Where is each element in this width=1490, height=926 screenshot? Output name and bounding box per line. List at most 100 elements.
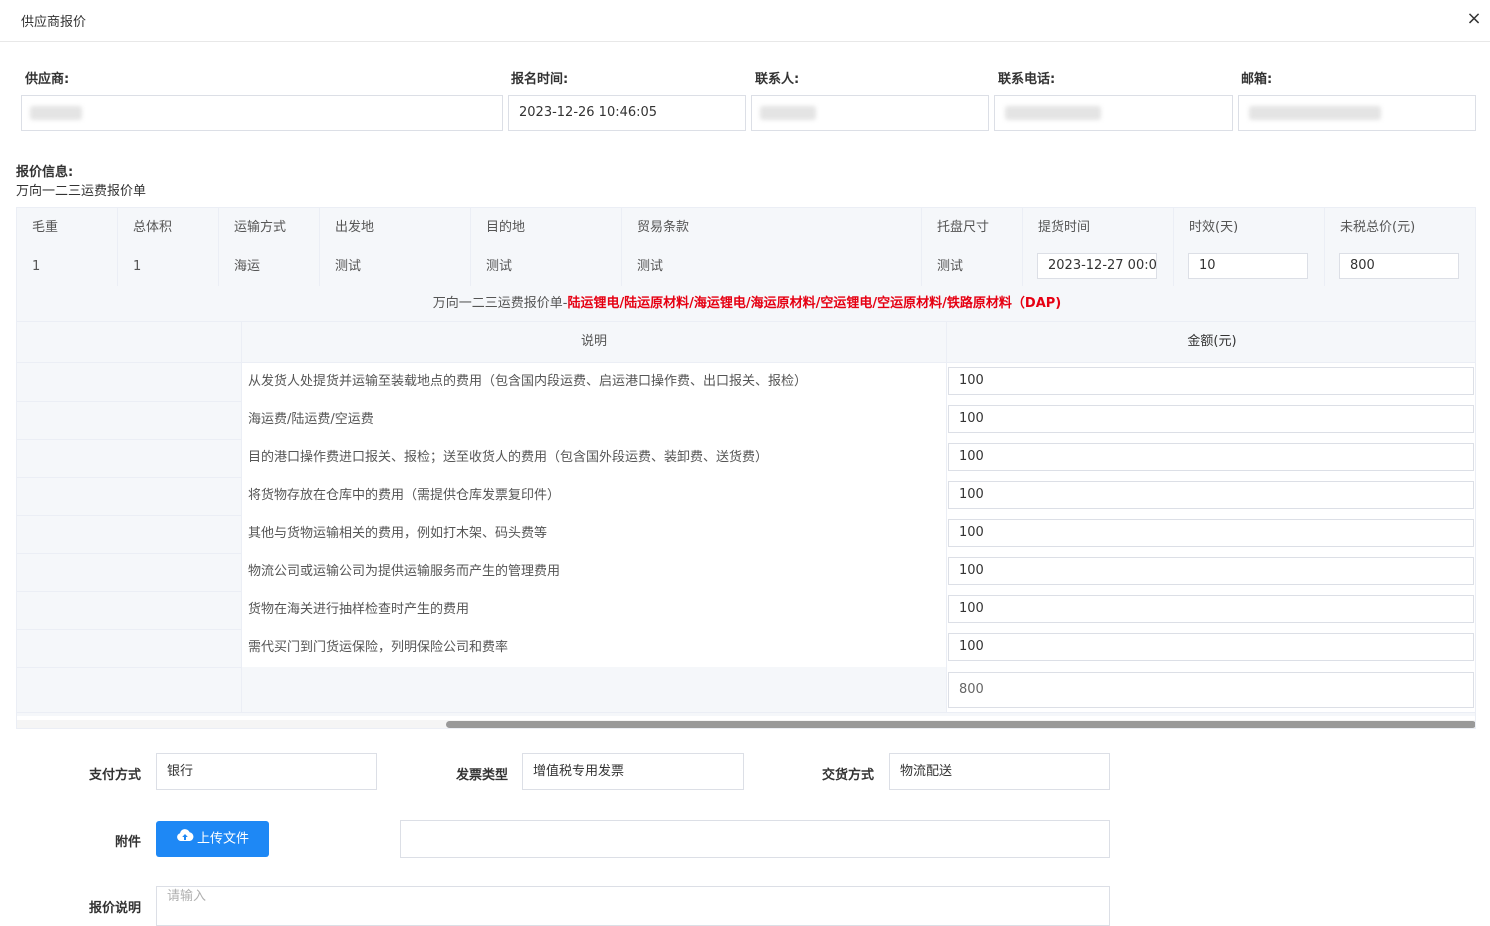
- fee-header-row: 说明 金额(元): [17, 322, 1475, 363]
- quote-table: 毛重 总体积 运输方式 出发地 目的地 贸易条款 托盘尺寸 提货时间 时效(天)…: [16, 207, 1476, 729]
- table-row: 1 1 海运 测试 测试 测试 测试 2023-12-27 00:00:00 1…: [17, 247, 1475, 287]
- fee-blank-cell: [17, 515, 242, 553]
- close-icon[interactable]: ×: [1466, 9, 1482, 29]
- signup-time-field[interactable]: 2023-12-26 10:46:05: [508, 95, 746, 131]
- gross-weight-value: 1: [17, 247, 118, 286]
- fee-amount-input[interactable]: 100: [948, 481, 1474, 509]
- scrollbar-thumb[interactable]: [446, 721, 1475, 728]
- fee-breakdown-table: 万向一二三运费报价单-陆运锂电/陆运原材料/海运锂电/海运原材料/空运锂电/空运…: [17, 286, 1475, 716]
- fee-blank-cell: [17, 591, 242, 629]
- total-price-cell: 800: [1325, 247, 1475, 286]
- fee-title-prefix: 万向一二三运费报价单-: [432, 296, 568, 311]
- fee-amount-input[interactable]: 100: [948, 519, 1474, 547]
- fee-description: 需代买门到门货运保险，列明保险公司和费率: [242, 629, 947, 667]
- fee-blank-cell: [17, 629, 242, 667]
- attachment-label: 附件: [114, 835, 141, 850]
- attachment-list-field[interactable]: [400, 820, 1110, 858]
- destination-value: 测试: [471, 247, 622, 286]
- fee-description: 从发货人处提货并运输至装载地点的费用（包含国内段运费、启运港口操作费、出口报关、…: [242, 363, 947, 401]
- pickup-time-input[interactable]: 2023-12-27 00:00:00: [1037, 253, 1157, 279]
- fee-blank-cell: [17, 477, 242, 515]
- fee-description: 目的港口操作费进口报关、报检；送至收货人的费用（包含国外段运费、装卸费、送货费）: [242, 439, 947, 477]
- fee-amount-cell: 100: [947, 477, 1475, 515]
- email-label: 邮箱:: [1241, 72, 1273, 87]
- phone-field[interactable]: [994, 95, 1233, 131]
- col-lead-days: 时效(天): [1174, 208, 1325, 247]
- fee-blank-col: [17, 322, 242, 362]
- fee-description: 物流公司或运输公司为提供运输服务而产生的管理费用: [242, 553, 947, 591]
- fee-amount-input[interactable]: 100: [948, 633, 1474, 661]
- redacted-value: [1005, 106, 1101, 120]
- total-volume-value: 1: [118, 247, 219, 286]
- fee-amount-cell: 100: [947, 629, 1475, 667]
- col-pallet-size: 托盘尺寸: [922, 208, 1023, 247]
- horizontal-scrollbar[interactable]: [17, 720, 1475, 728]
- fee-breakdown-title: 万向一二三运费报价单-陆运锂电/陆运原材料/海运锂电/海运原材料/空运锂电/空运…: [17, 286, 1475, 322]
- contact-label: 联系人:: [755, 72, 800, 87]
- payment-field[interactable]: 银行: [156, 753, 377, 790]
- fee-total-cell: 800: [947, 667, 1475, 712]
- total-price-input[interactable]: 800: [1339, 253, 1459, 279]
- fee-amount-input[interactable]: 100: [948, 405, 1474, 433]
- lead-days-input[interactable]: 10: [1188, 253, 1308, 279]
- upload-file-button[interactable]: 上传文件: [156, 821, 269, 857]
- fee-amount-cell: 100: [947, 439, 1475, 477]
- quote-note-input[interactable]: 请输入: [156, 886, 1110, 926]
- contact-field[interactable]: [751, 95, 989, 131]
- col-origin: 出发地: [320, 208, 471, 247]
- fee-title-highlight: 陆运锂电/陆运原材料/海运锂电/海运原材料/空运锂电/空运原材料/铁路原材料（D…: [567, 296, 1062, 311]
- table-row: 需代买门到门货运保险，列明保险公司和费率 100: [17, 629, 1475, 668]
- delivery-field[interactable]: 物流配送: [889, 753, 1110, 790]
- fee-description: 其他与货物运输相关的费用，例如打木架、码头费等: [242, 515, 947, 553]
- upload-file-label: 上传文件: [196, 831, 249, 847]
- trade-terms-value: 测试: [622, 247, 922, 286]
- delivery-label: 交货方式: [821, 768, 874, 783]
- fee-amount-cell: 100: [947, 401, 1475, 439]
- dialog-title: 供应商报价: [21, 15, 87, 30]
- col-total-volume: 总体积: [118, 208, 219, 247]
- fee-description: 海运费/陆运费/空运费: [242, 401, 947, 439]
- payment-label: 支付方式: [88, 768, 141, 783]
- fee-blank-cell: [17, 667, 242, 712]
- fee-amount-input[interactable]: 100: [948, 557, 1474, 585]
- redacted-value: [1249, 106, 1381, 120]
- col-amount: 金额(元): [947, 322, 1475, 362]
- fee-amount-cell: 100: [947, 515, 1475, 553]
- table-row: 货物在海关进行抽样检查时产生的费用 100: [17, 591, 1475, 630]
- fee-description: 将货物存放在仓库中的费用（需提供仓库发票复印件）: [242, 477, 947, 515]
- phone-label: 联系电话:: [998, 72, 1056, 87]
- cloud-upload-icon: [176, 821, 194, 857]
- lead-days-cell: 10: [1174, 247, 1325, 286]
- invoice-label: 发票类型: [455, 768, 508, 783]
- table-row: 将货物存放在仓库中的费用（需提供仓库发票复印件） 100: [17, 477, 1475, 516]
- fee-blank-cell: [17, 363, 242, 401]
- supplier-field[interactable]: [21, 95, 503, 131]
- signup-time-label: 报名时间:: [511, 72, 569, 87]
- fee-total-value: 800: [948, 672, 1474, 708]
- fee-blank-cell: [17, 553, 242, 591]
- col-pickup-time: 提货时间: [1023, 208, 1174, 247]
- col-total-price: 未税总价(元): [1340, 220, 1416, 235]
- fee-amount-input[interactable]: 100: [948, 595, 1474, 623]
- email-field[interactable]: [1238, 95, 1476, 131]
- dialog-header: 供应商报价 ×: [0, 0, 1490, 42]
- redacted-value: [760, 106, 816, 120]
- fee-blank-cell: [17, 439, 242, 477]
- fee-amount-cell: 100: [947, 363, 1475, 401]
- table-row: 海运费/陆运费/空运费 100: [17, 401, 1475, 440]
- quote-note-label: 报价说明: [88, 901, 141, 916]
- table-header-row: 毛重 总体积 运输方式 出发地 目的地 贸易条款 托盘尺寸 提货时间 时效(天)…: [17, 208, 1475, 248]
- table-row: 目的港口操作费进口报关、报检；送至收货人的费用（包含国外段运费、装卸费、送货费）…: [17, 439, 1475, 478]
- fee-description: 货物在海关进行抽样检查时产生的费用: [242, 591, 947, 629]
- quote-info-title: 报价信息:: [16, 165, 74, 180]
- pallet-size-value: 测试: [922, 247, 1023, 286]
- col-transport: 运输方式: [219, 208, 320, 247]
- col-destination: 目的地: [471, 208, 622, 247]
- fee-amount-input[interactable]: 100: [948, 367, 1474, 395]
- invoice-field[interactable]: 增值税专用发票: [522, 753, 744, 790]
- redacted-value: [30, 106, 82, 120]
- pickup-time-cell: 2023-12-27 00:00:00: [1023, 247, 1174, 286]
- supplier-label: 供应商:: [25, 72, 70, 87]
- fee-amount-input[interactable]: 100: [948, 443, 1474, 471]
- origin-value: 测试: [320, 247, 471, 286]
